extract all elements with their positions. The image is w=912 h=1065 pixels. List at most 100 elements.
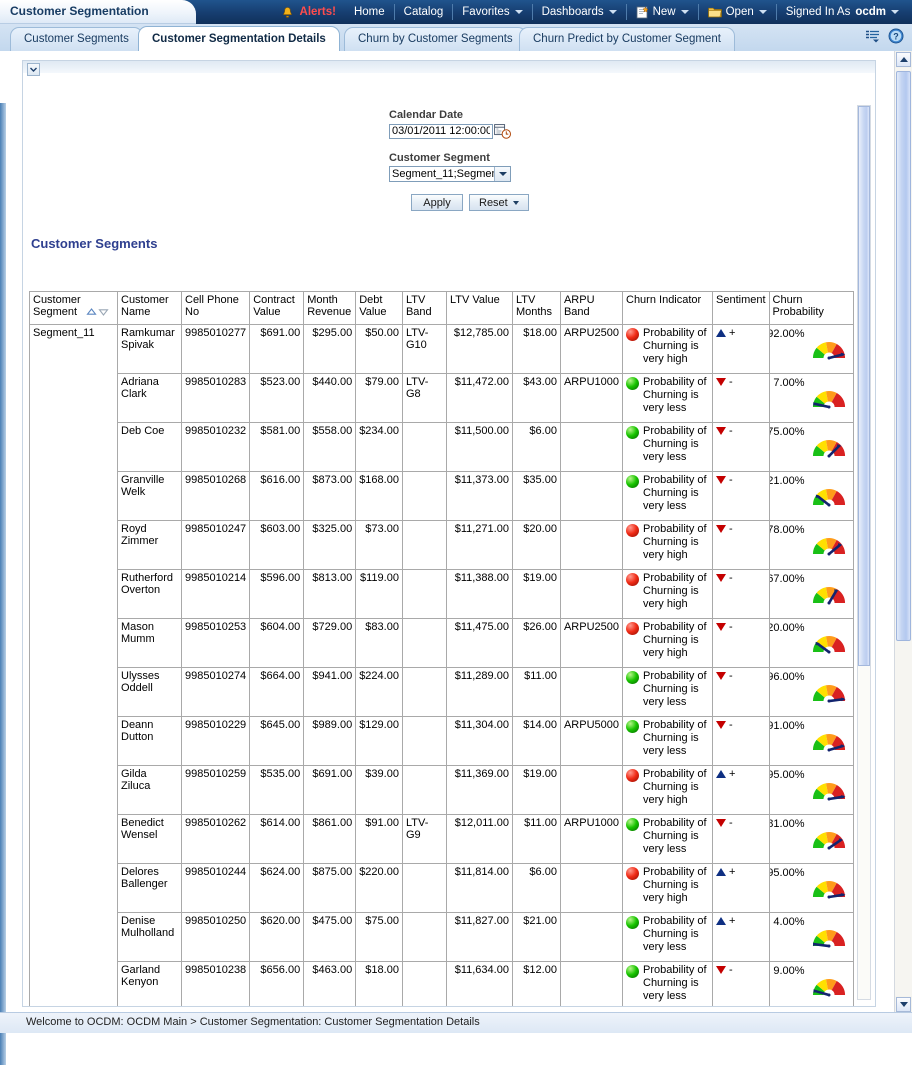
cell-ltv-months[interactable]: $12.00 xyxy=(512,962,560,1008)
table-row[interactable]: Mason Mumm9985010253$604.00$729.00$83.00… xyxy=(30,619,854,668)
cell-ltv-value[interactable]: $11,472.00 xyxy=(446,374,512,423)
cell-ltv-months[interactable]: $11.00 xyxy=(512,815,560,864)
table-row[interactable]: Adriana Clark9985010283$523.00$440.00$79… xyxy=(30,374,854,423)
nav-favorites[interactable]: Favorites xyxy=(453,0,531,24)
cell-cell-phone-no[interactable]: 9985010250 xyxy=(182,913,250,962)
cell-debt-value[interactable]: $168.00 xyxy=(356,472,403,521)
cell-sentiment[interactable]: - xyxy=(713,815,770,864)
cell-churn-indicator[interactable]: Probability of Churning is very less xyxy=(623,962,713,1008)
cell-churn-probability[interactable]: 95.00% xyxy=(769,864,853,913)
cell-sentiment[interactable]: - xyxy=(713,423,770,472)
cell-arpu-band[interactable] xyxy=(560,668,622,717)
cell-ltv-value[interactable]: $11,500.00 xyxy=(446,423,512,472)
cell-contract-value[interactable]: $616.00 xyxy=(250,472,304,521)
cell-arpu-band[interactable]: ARPU1000 xyxy=(560,815,622,864)
column-header-customer-segment[interactable]: Customer Segment xyxy=(30,292,118,325)
cell-debt-value[interactable]: $91.00 xyxy=(356,815,403,864)
cell-churn-indicator[interactable]: Probability of Churning is very less xyxy=(623,717,713,766)
cell-customer-name[interactable]: Ramkumar Spivak xyxy=(118,325,182,374)
table-row[interactable]: Royd Zimmer9985010247$603.00$325.00$73.0… xyxy=(30,521,854,570)
cell-customer-name[interactable]: Garland Kenyon xyxy=(118,962,182,1008)
cell-month-revenue[interactable]: $813.00 xyxy=(304,570,356,619)
cell-churn-indicator[interactable]: Probability of Churning is very high xyxy=(623,570,713,619)
cell-churn-probability[interactable]: 81.00% xyxy=(769,815,853,864)
cell-ltv-value[interactable]: $12,785.00 xyxy=(446,325,512,374)
cell-cell-phone-no[interactable]: 9985010268 xyxy=(182,472,250,521)
cell-ltv-value[interactable]: $11,271.00 xyxy=(446,521,512,570)
cell-ltv-value[interactable]: $11,388.00 xyxy=(446,570,512,619)
cell-month-revenue[interactable]: $325.00 xyxy=(304,521,356,570)
cell-cell-phone-no[interactable]: 9985010232 xyxy=(182,423,250,472)
scroll-down-button[interactable] xyxy=(896,997,911,1012)
cell-debt-value[interactable]: $119.00 xyxy=(356,570,403,619)
cell-churn-indicator[interactable]: Probability of Churning is very less xyxy=(623,815,713,864)
table-row[interactable]: Rutherford Overton9985010214$596.00$813.… xyxy=(30,570,854,619)
cell-ltv-band[interactable] xyxy=(402,521,446,570)
cell-debt-value[interactable]: $129.00 xyxy=(356,717,403,766)
cell-customer-segment[interactable]: Segment_11 xyxy=(30,325,118,1008)
cell-debt-value[interactable]: $39.00 xyxy=(356,766,403,815)
cell-sentiment[interactable]: - xyxy=(713,374,770,423)
cell-ltv-band[interactable]: LTV-G8 xyxy=(402,374,446,423)
table-row[interactable]: Denise Mulholland9985010250$620.00$475.0… xyxy=(30,913,854,962)
cell-churn-probability[interactable]: 7.00% xyxy=(769,374,853,423)
cell-churn-indicator[interactable]: Probability of Churning is very high xyxy=(623,766,713,815)
cell-ltv-months[interactable]: $35.00 xyxy=(512,472,560,521)
cell-contract-value[interactable]: $620.00 xyxy=(250,913,304,962)
cell-month-revenue[interactable]: $475.00 xyxy=(304,913,356,962)
cell-contract-value[interactable]: $624.00 xyxy=(250,864,304,913)
cell-churn-indicator[interactable]: Probability of Churning is very less xyxy=(623,668,713,717)
cell-debt-value[interactable]: $234.00 xyxy=(356,423,403,472)
cell-arpu-band[interactable]: ARPU2500 xyxy=(560,325,622,374)
cell-ltv-band[interactable] xyxy=(402,423,446,472)
cell-ltv-value[interactable]: $11,634.00 xyxy=(446,962,512,1008)
column-header-debt-value[interactable]: Debt Value xyxy=(356,292,403,325)
cell-cell-phone-no[interactable]: 9985010262 xyxy=(182,815,250,864)
cell-cell-phone-no[interactable]: 9985010238 xyxy=(182,962,250,1008)
cell-churn-probability[interactable]: 78.00% xyxy=(769,521,853,570)
cell-month-revenue[interactable]: $941.00 xyxy=(304,668,356,717)
scroll-up-button[interactable] xyxy=(896,52,911,67)
table-row[interactable]: Granville Welk9985010268$616.00$873.00$1… xyxy=(30,472,854,521)
column-header-contract-value[interactable]: Contract Value xyxy=(250,292,304,325)
cell-sentiment[interactable]: - xyxy=(713,668,770,717)
cell-arpu-band[interactable] xyxy=(560,962,622,1008)
cell-arpu-band[interactable]: ARPU2500 xyxy=(560,619,622,668)
cell-month-revenue[interactable]: $691.00 xyxy=(304,766,356,815)
cell-churn-probability[interactable]: 91.00% xyxy=(769,717,853,766)
cell-contract-value[interactable]: $596.00 xyxy=(250,570,304,619)
column-header-churn-probability[interactable]: Churn Probability xyxy=(769,292,853,325)
cell-ltv-months[interactable]: $43.00 xyxy=(512,374,560,423)
table-row[interactable]: Benedict Wensel9985010262$614.00$861.00$… xyxy=(30,815,854,864)
page-scrollbar-thumb[interactable] xyxy=(896,71,911,641)
cell-sentiment[interactable]: + xyxy=(713,766,770,815)
cell-month-revenue[interactable]: $729.00 xyxy=(304,619,356,668)
column-header-sentiment[interactable]: Sentiment xyxy=(713,292,770,325)
cell-churn-indicator[interactable]: Probability of Churning is very high xyxy=(623,325,713,374)
cell-ltv-band[interactable] xyxy=(402,962,446,1008)
table-row[interactable]: Gilda Ziluca9985010259$535.00$691.00$39.… xyxy=(30,766,854,815)
cell-churn-indicator[interactable]: Probability of Churning is very high xyxy=(623,619,713,668)
cell-churn-probability[interactable]: 96.00% xyxy=(769,668,853,717)
cell-sentiment[interactable]: - xyxy=(713,521,770,570)
cell-ltv-months[interactable]: $26.00 xyxy=(512,619,560,668)
cell-ltv-band[interactable] xyxy=(402,472,446,521)
cell-customer-name[interactable]: Benedict Wensel xyxy=(118,815,182,864)
cell-contract-value[interactable]: $645.00 xyxy=(250,717,304,766)
column-header-churn-indicator[interactable]: Churn Indicator xyxy=(623,292,713,325)
table-row[interactable]: Segment_11Ramkumar Spivak9985010277$691.… xyxy=(30,325,854,374)
cell-arpu-band[interactable] xyxy=(560,913,622,962)
table-row[interactable]: Deb Coe9985010232$581.00$558.00$234.00$1… xyxy=(30,423,854,472)
cell-ltv-months[interactable]: $6.00 xyxy=(512,864,560,913)
cell-ltv-band[interactable] xyxy=(402,668,446,717)
cell-churn-probability[interactable]: 4.00% xyxy=(769,913,853,962)
cell-churn-indicator[interactable]: Probability of Churning is very less xyxy=(623,472,713,521)
cell-cell-phone-no[interactable]: 9985010253 xyxy=(182,619,250,668)
cell-customer-name[interactable]: Delores Ballenger xyxy=(118,864,182,913)
cell-contract-value[interactable]: $603.00 xyxy=(250,521,304,570)
report-scrollbar-thumb[interactable] xyxy=(858,106,870,666)
cell-month-revenue[interactable]: $295.00 xyxy=(304,325,356,374)
cell-churn-indicator[interactable]: Probability of Churning is very less xyxy=(623,374,713,423)
calendar-date-input[interactable] xyxy=(389,124,493,139)
page-scrollbar[interactable] xyxy=(894,51,912,1013)
